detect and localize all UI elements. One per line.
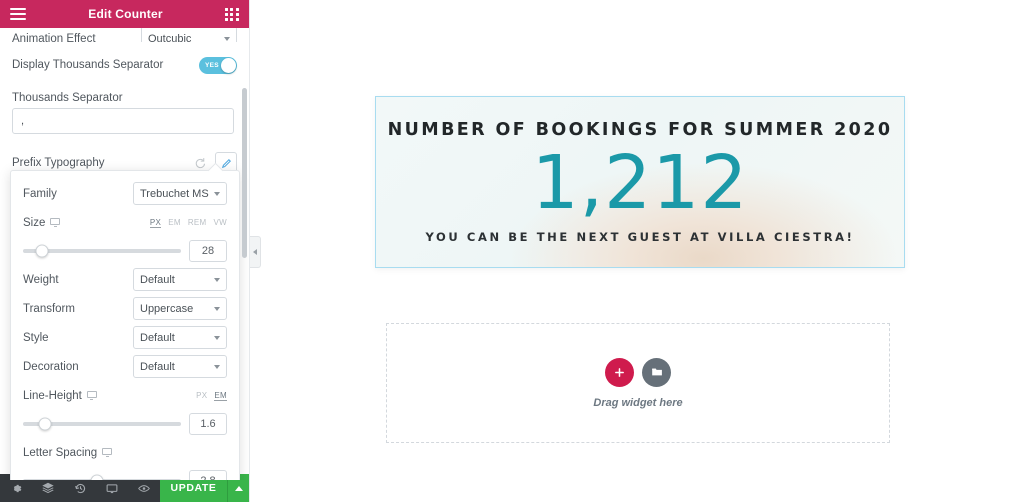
control-display-thousands-separator: Display Thousands Separator YES — [12, 50, 237, 80]
responsive-monitor-icon[interactable] — [50, 218, 61, 227]
size-unit-switcher: PX EM REM VW — [149, 218, 228, 228]
hamburger-menu-icon[interactable] — [10, 8, 26, 20]
counter-widget[interactable]: Number of Bookings for Summer 2020 1,212… — [375, 96, 905, 268]
chevron-down-icon — [214, 277, 220, 282]
line-height-unit-em[interactable]: EM — [214, 391, 227, 401]
weight-value: Default — [140, 273, 175, 286]
line-height-slider-row: 1.6 — [23, 410, 227, 438]
animation-effect-label: Animation Effect — [12, 33, 96, 42]
weight-label: Weight — [23, 273, 59, 286]
family-label: Family — [23, 187, 57, 200]
thousands-separator-input[interactable] — [12, 108, 234, 134]
popover-row-size: Size PX EM REM VW — [23, 208, 227, 237]
chevron-down-icon — [214, 335, 220, 340]
popover-row-transform: Transform Uppercase — [23, 294, 227, 323]
style-label: Style — [23, 331, 49, 344]
letter-spacing-slider[interactable] — [23, 474, 181, 480]
responsive-monitor-icon[interactable] — [86, 391, 97, 400]
responsive-monitor-icon[interactable] — [102, 448, 113, 457]
line-height-value-input[interactable]: 1.6 — [189, 413, 227, 435]
panel-scroll-content: Animation Effect Outcubic Display Thousa… — [0, 28, 249, 178]
transform-select[interactable]: Uppercase — [133, 297, 227, 320]
popover-row-letter-spacing: Letter Spacing — [23, 438, 227, 467]
size-unit-rem[interactable]: REM — [188, 218, 207, 228]
panel-scrollbar[interactable] — [242, 88, 247, 258]
control-animation-effect[interactable]: Animation Effect Outcubic — [12, 28, 237, 42]
popover-row-decoration: Decoration Default — [23, 352, 227, 381]
panel-body: Animation Effect Outcubic Display Thousa… — [0, 28, 249, 480]
transform-value: Uppercase — [140, 302, 194, 315]
chevron-down-icon — [224, 37, 230, 41]
decoration-label: Decoration — [23, 360, 79, 373]
add-widget-button[interactable] — [605, 357, 634, 387]
toggle-knob — [221, 57, 236, 73]
typography-popover: Family Trebuchet MS Size PX EM REM VW 28… — [10, 170, 240, 480]
size-slider-row: 28 — [23, 237, 227, 265]
popover-row-weight: Weight Default — [23, 265, 227, 294]
drop-area-buttons — [605, 357, 671, 387]
display-thousands-separator-toggle[interactable]: YES — [199, 56, 237, 74]
line-height-slider-knob[interactable] — [38, 417, 52, 431]
style-value: Default — [140, 331, 175, 344]
line-height-label: Line-Height — [23, 389, 82, 402]
counter-number: 1,212 — [531, 140, 749, 226]
popover-row-family: Family Trebuchet MS — [23, 179, 227, 208]
counter-prefix-text: Number of Bookings for Summer 2020 — [387, 120, 893, 140]
chevron-down-icon — [214, 364, 220, 369]
thousands-separator-label: Thousands Separator — [12, 92, 123, 104]
line-height-unit-px[interactable]: PX — [196, 391, 207, 401]
line-height-unit-switcher: PX EM — [196, 391, 227, 401]
add-template-button[interactable] — [642, 357, 671, 387]
family-select[interactable]: Trebuchet MS — [133, 182, 227, 205]
animation-effect-value: Outcubic — [148, 33, 192, 42]
animation-effect-select[interactable]: Outcubic — [141, 28, 237, 42]
panel-header: Edit Counter — [0, 0, 249, 28]
size-label: Size — [23, 216, 46, 229]
prefix-typography-label: Prefix Typography — [12, 157, 105, 169]
size-value-input[interactable]: 28 — [189, 240, 227, 262]
popover-row-line-height: Line-Height PX EM — [23, 381, 227, 410]
family-value: Trebuchet MS — [140, 187, 209, 200]
apps-grid-icon[interactable] — [225, 7, 239, 21]
drop-area-label: Drag widget here — [593, 396, 683, 409]
style-select[interactable]: Default — [133, 326, 227, 349]
size-slider-knob[interactable] — [35, 244, 49, 258]
counter-suffix-text: You Can Be The Next Guest At Villa Ciest… — [425, 230, 855, 244]
decoration-select[interactable]: Default — [133, 355, 227, 378]
letter-spacing-slider-row: 2.8 — [23, 467, 227, 480]
chevron-down-icon — [214, 191, 220, 196]
drop-widget-area[interactable]: Drag widget here — [386, 323, 890, 443]
toggle-on-label: YES — [205, 61, 219, 69]
panel-collapse-handle[interactable] — [250, 236, 261, 268]
size-unit-px[interactable]: PX — [149, 218, 162, 228]
chevron-down-icon — [214, 306, 220, 311]
size-slider[interactable] — [23, 244, 181, 258]
elementor-editor: Edit Counter Animation Effect Outcubic D… — [0, 0, 1024, 502]
letter-spacing-value-input[interactable]: 2.8 — [189, 470, 227, 480]
display-thousands-separator-label: Display Thousands Separator — [12, 59, 164, 71]
chevron-left-icon — [253, 249, 257, 255]
size-unit-vw[interactable]: VW — [214, 218, 228, 228]
letter-spacing-label: Letter Spacing — [23, 446, 98, 459]
size-unit-em[interactable]: EM — [168, 218, 181, 228]
popover-row-style: Style Default — [23, 323, 227, 352]
editor-panel: Edit Counter Animation Effect Outcubic D… — [0, 0, 250, 502]
decoration-value: Default — [140, 360, 175, 373]
panel-title: Edit Counter — [88, 7, 163, 21]
weight-select[interactable]: Default — [133, 268, 227, 291]
reset-icon[interactable] — [193, 156, 207, 170]
preview-canvas: Number of Bookings for Summer 2020 1,212… — [251, 0, 1024, 502]
transform-label: Transform — [23, 302, 75, 315]
letter-spacing-slider-knob[interactable] — [90, 474, 104, 480]
line-height-slider[interactable] — [23, 417, 181, 431]
